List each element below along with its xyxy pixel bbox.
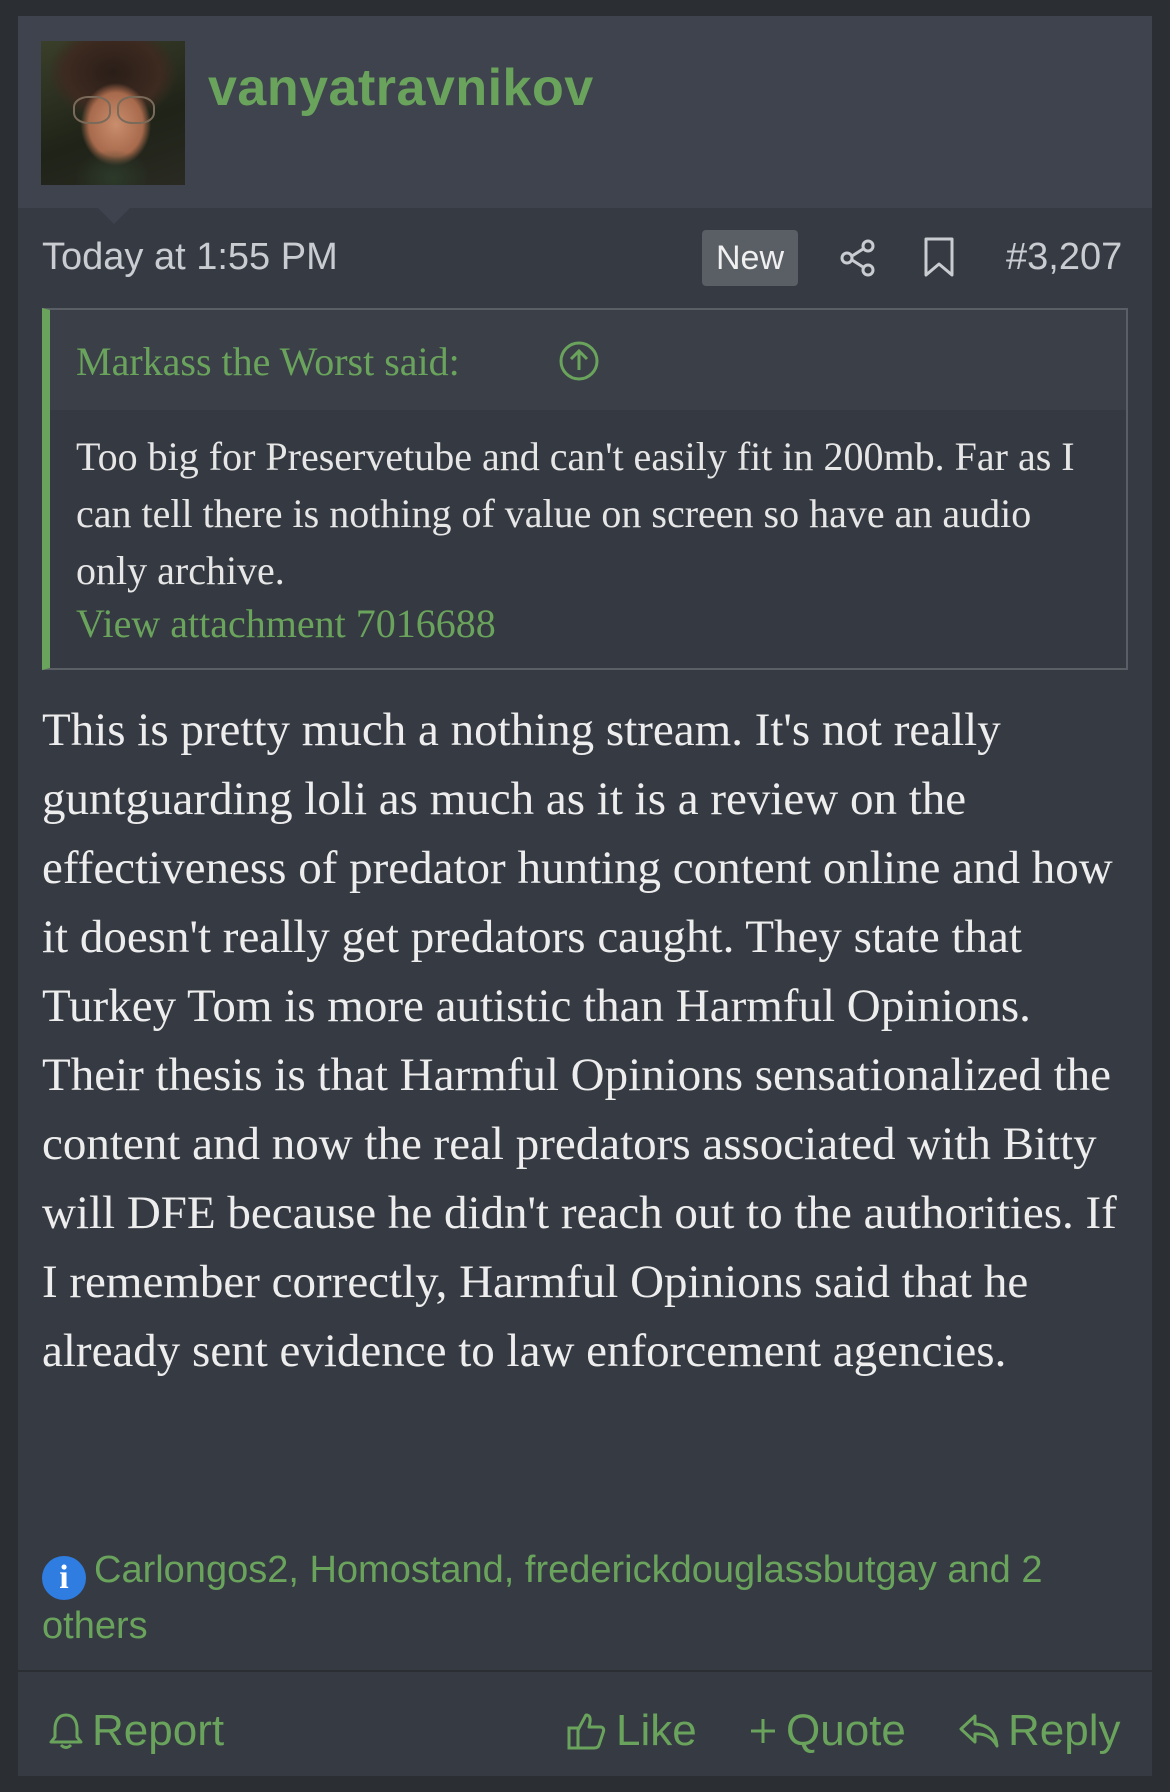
post-message: This is pretty much a nothing stream. It… [42, 696, 1142, 1386]
post-container: vanyatravnikov Today at 1:55 PM New #3,2… [18, 16, 1152, 1776]
like-label: Like [616, 1706, 697, 1755]
bookmark-icon[interactable] [922, 236, 956, 278]
report-button[interactable]: Report [48, 1706, 224, 1756]
post-header: vanyatravnikov [18, 16, 1152, 208]
quote-header[interactable]: Markass the Worst said: [50, 310, 1126, 410]
reaction-users[interactable]: Carlongos2, Homostand, frederickdouglass… [42, 1549, 1042, 1647]
quote-author[interactable]: Markass the Worst said: [76, 338, 460, 385]
like-button[interactable]: Like [566, 1706, 697, 1756]
header-pointer [98, 208, 130, 224]
report-label: Report [92, 1706, 225, 1755]
username-link[interactable]: vanyatravnikov [208, 58, 594, 118]
post-timestamp[interactable]: Today at 1:55 PM [42, 236, 338, 279]
post-number-link[interactable]: #3,207 [1006, 236, 1122, 279]
avatar-glasses-left [73, 96, 111, 124]
post-message-text: This is pretty much a nothing stream. It… [42, 704, 1117, 1377]
reaction-summary[interactable]: i Carlongos2, Homostand, frederickdouglas… [42, 1544, 1132, 1652]
quote-attachment-link[interactable]: View attachment 7016688 [76, 600, 496, 647]
quote-button[interactable]: Quote [748, 1706, 906, 1756]
thumbs-up-icon [567, 1713, 606, 1750]
reply-icon [959, 1714, 999, 1748]
share-icon[interactable] [838, 238, 878, 278]
quote-block: Markass the Worst said: Too big for Pres… [42, 308, 1128, 670]
avatar[interactable] [41, 41, 185, 185]
quote-label: Quote [786, 1706, 906, 1755]
reply-button[interactable]: Reply [958, 1706, 1121, 1756]
new-badge: New [702, 230, 799, 286]
bell-icon [49, 1713, 83, 1749]
footer-divider [18, 1670, 1152, 1672]
reply-label: Reply [1008, 1706, 1121, 1755]
quote-text: Too big for Preservetube and can't easil… [76, 434, 1075, 593]
info-icon: i [42, 1556, 86, 1600]
avatar-glasses-right [117, 96, 155, 124]
arrow-up-circle-icon[interactable] [558, 340, 600, 382]
plus-icon [751, 1719, 775, 1743]
